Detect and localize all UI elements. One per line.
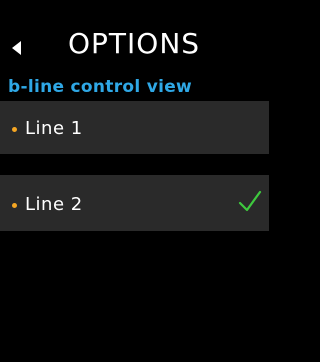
back-button[interactable]: [8, 38, 26, 58]
page-title: OPTIONS: [68, 27, 201, 60]
checkmark-icon: [237, 188, 263, 214]
list-item-line-2[interactable]: Line 2: [0, 175, 269, 231]
list-item-label: Line 2: [25, 194, 83, 215]
back-arrow-icon: [8, 38, 26, 58]
bullet-icon: [12, 127, 17, 132]
list-item-label: Line 1: [25, 118, 83, 139]
header: OPTIONS: [0, 0, 269, 76]
list-item-line-1[interactable]: Line 1: [0, 101, 269, 154]
bullet-icon: [12, 203, 17, 208]
section-subtitle: b-line control view: [8, 77, 193, 97]
